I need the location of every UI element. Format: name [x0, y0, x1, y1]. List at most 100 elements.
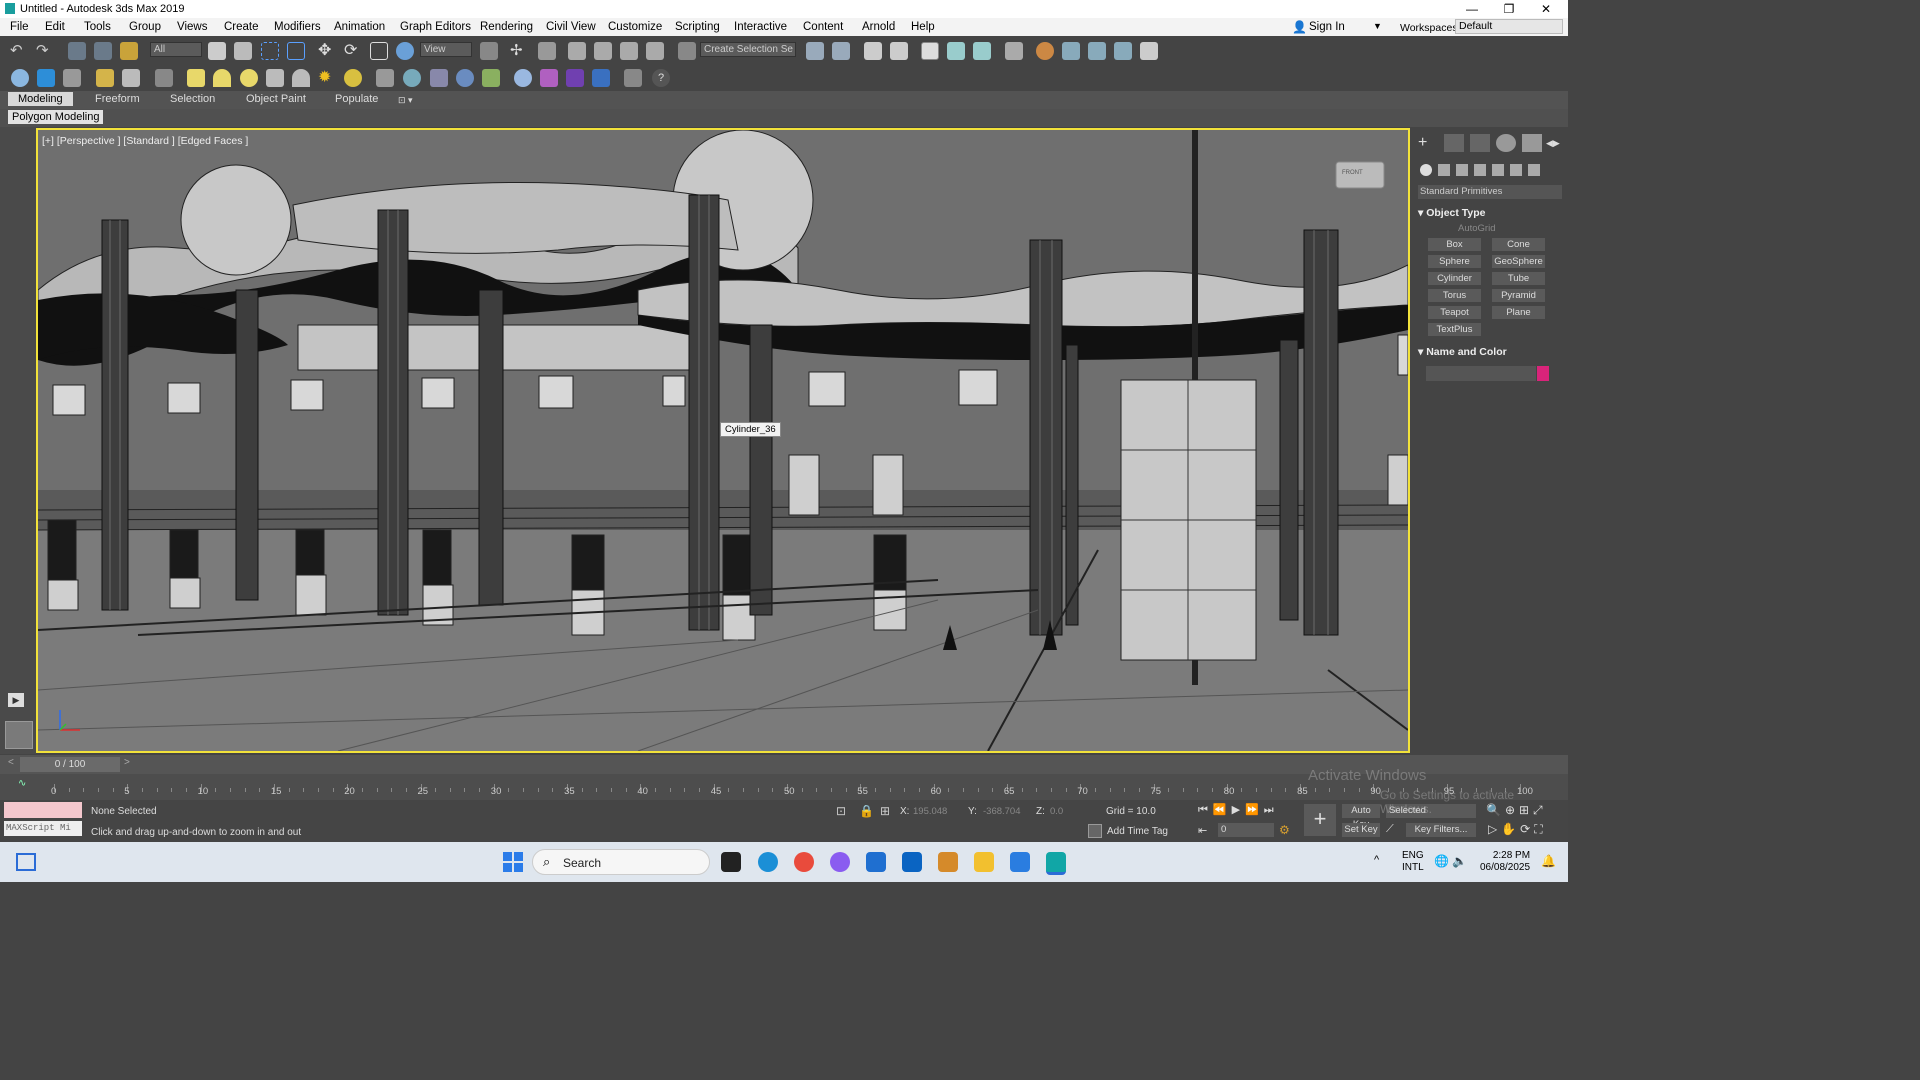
navigation-controls[interactable]: ▷✋⟳⛶: [1488, 822, 1547, 837]
place-icon[interactable]: [396, 42, 414, 60]
named-selection-dropdown[interactable]: Create Selection Se: [700, 42, 796, 57]
particle-icon[interactable]: [540, 69, 558, 87]
menu-group[interactable]: Group: [129, 21, 161, 33]
select-manipulate-icon[interactable]: ✢: [510, 42, 528, 60]
mirror-icon[interactable]: [806, 42, 824, 60]
ribbon-options-icon[interactable]: ⊡ ▾: [398, 95, 413, 106]
time-tag-icon[interactable]: [1088, 824, 1102, 838]
scene-explorer-icon[interactable]: [864, 42, 882, 60]
time-config-icon[interactable]: ⚙: [1279, 823, 1290, 837]
autogrid-checkbox[interactable]: AutoGrid: [1458, 223, 1496, 234]
globe-icon[interactable]: [514, 69, 532, 87]
cone-button[interactable]: Cone: [1492, 238, 1545, 251]
photos-icon[interactable]: [938, 852, 958, 872]
select-by-name-icon[interactable]: [234, 42, 252, 60]
viewcube[interactable]: FRONT: [1342, 170, 1363, 176]
angle-snap-icon[interactable]: [594, 42, 612, 60]
language-indicator[interactable]: ENG INTL: [1402, 850, 1424, 874]
copilot-icon[interactable]: [830, 852, 850, 872]
menu-create[interactable]: Create: [224, 21, 259, 33]
torus-button[interactable]: Torus: [1428, 289, 1481, 302]
percent-snap-icon[interactable]: [620, 42, 638, 60]
expand-arrow-icon[interactable]: ▶: [8, 693, 24, 707]
playback-controls[interactable]: ⏮⏪▶⏩⏭: [1198, 803, 1279, 817]
tab-freeform[interactable]: Freeform: [95, 93, 140, 105]
maxscript-listener[interactable]: MAXScript Mi: [4, 821, 82, 836]
z-coordinate[interactable]: 0.0: [1050, 806, 1063, 817]
create-tab-icon[interactable]: +: [1418, 134, 1438, 152]
menu-customize[interactable]: Customize: [608, 21, 662, 33]
gear-icon[interactable]: [456, 69, 474, 87]
menu-animation[interactable]: Animation: [334, 21, 385, 33]
box-button[interactable]: Box: [1428, 238, 1481, 251]
rectangular-selection-icon[interactable]: [261, 42, 279, 60]
help-icon[interactable]: ?: [652, 69, 670, 87]
cone-icon[interactable]: [292, 69, 310, 87]
camera-icon[interactable]: [122, 69, 140, 87]
auto-key-button[interactable]: Auto Key: [1342, 804, 1380, 830]
set-key-button[interactable]: Set Key: [1342, 823, 1380, 837]
tab-populate[interactable]: Populate: [335, 93, 378, 105]
minimize-button[interactable]: —: [1457, 2, 1487, 16]
select-object-icon[interactable]: [208, 42, 226, 60]
menu-content[interactable]: Content: [803, 21, 843, 33]
selection-filter-dropdown[interactable]: All: [150, 42, 202, 57]
hierarchy-tab-icon[interactable]: [1470, 134, 1490, 152]
render-production-icon[interactable]: [1088, 42, 1106, 60]
a360-gallery-icon[interactable]: [1140, 42, 1158, 60]
time-prev-icon[interactable]: <: [8, 757, 14, 768]
time-next-icon[interactable]: >: [124, 757, 130, 768]
lights-icon[interactable]: [1456, 164, 1468, 176]
menu-interactive[interactable]: Interactive: [734, 21, 787, 33]
render-setup-icon[interactable]: [1036, 42, 1054, 60]
object-name-field[interactable]: [1426, 366, 1536, 381]
align-icon[interactable]: [832, 42, 850, 60]
chevron-down-icon[interactable]: ▼: [1373, 21, 1382, 31]
x-coordinate[interactable]: 195.048: [913, 806, 947, 817]
system-clock[interactable]: 2:28 PM 06/08/2025: [1480, 850, 1530, 874]
plant-icon[interactable]: [482, 69, 500, 87]
curve-editor-icon[interactable]: [947, 42, 965, 60]
scale-icon[interactable]: [370, 42, 388, 60]
menu-file[interactable]: File: [10, 21, 29, 33]
start-icon[interactable]: [503, 852, 523, 872]
window-crossing-icon[interactable]: [287, 42, 305, 60]
perspective-viewport[interactable]: [+] [Perspective ] [Standard ] [Edged Fa…: [36, 128, 1410, 753]
maximize-button[interactable]: ❐: [1494, 2, 1524, 16]
key-mode-icon[interactable]: ⇤: [1198, 824, 1207, 837]
spinner-snap-icon[interactable]: [646, 42, 664, 60]
tab-object-paint[interactable]: Object Paint: [246, 93, 306, 105]
moon-icon[interactable]: [403, 69, 421, 87]
material-editor-icon[interactable]: [1005, 42, 1023, 60]
3dsmax-taskbar-icon[interactable]: [1046, 852, 1066, 875]
settings-icon[interactable]: [624, 69, 642, 87]
sun-icon[interactable]: ✹: [318, 69, 336, 87]
box-primitive-icon[interactable]: [187, 69, 205, 87]
tube-button[interactable]: Tube: [1492, 272, 1545, 285]
keyboard-shortcut-icon[interactable]: [538, 42, 556, 60]
taskbar-search[interactable]: ⌕ Search: [532, 849, 710, 875]
time-slider-thumb[interactable]: 0 / 100: [20, 757, 120, 772]
render-icon[interactable]: [592, 69, 610, 87]
close-button[interactable]: ✕: [1531, 2, 1561, 16]
teapot-button[interactable]: Teapot: [1428, 306, 1481, 319]
primitive-category-dropdown[interactable]: Standard Primitives: [1418, 185, 1562, 199]
object-color-swatch[interactable]: [1537, 366, 1549, 381]
snap-toggle-icon[interactable]: [568, 42, 586, 60]
unlink-icon[interactable]: [94, 42, 112, 60]
hemisphere-icon[interactable]: [213, 69, 231, 87]
task-view-icon[interactable]: [721, 852, 741, 872]
helpers-icon[interactable]: [1492, 164, 1504, 176]
edit-named-selection-icon[interactable]: [678, 42, 696, 60]
tab-modeling[interactable]: Modeling: [8, 92, 73, 106]
textplus-button[interactable]: TextPlus: [1428, 323, 1481, 336]
link-icon[interactable]: [68, 42, 86, 60]
viewport-config-icon[interactable]: [63, 69, 81, 87]
sphere-icon[interactable]: [240, 69, 258, 87]
spacewarps-icon[interactable]: [1510, 164, 1522, 176]
isolate-icon[interactable]: ⊡: [836, 804, 846, 818]
viewport-layout-icon[interactable]: [11, 69, 29, 87]
display-tab-icon[interactable]: [1522, 134, 1542, 152]
rotate-icon[interactable]: ⟳: [344, 42, 362, 60]
curve-editor-mini-icon[interactable]: ∿: [18, 778, 26, 789]
